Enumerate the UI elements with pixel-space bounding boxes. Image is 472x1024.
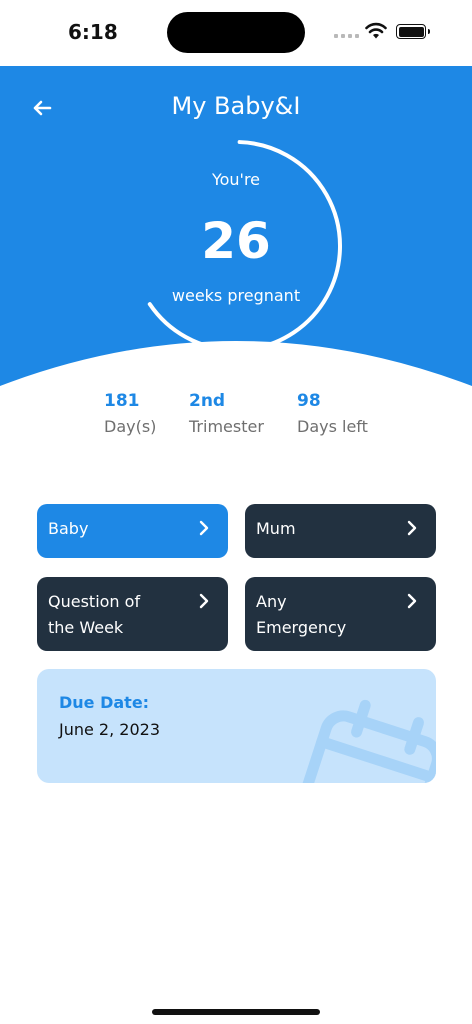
- stat-days-label: Day(s): [104, 417, 157, 436]
- due-date-label: Due Date:: [59, 693, 150, 712]
- chevron-right-icon: [407, 593, 417, 609]
- home-indicator: [152, 1009, 320, 1015]
- status-bar: 6:18: [0, 0, 472, 66]
- stat-trimester: 2nd Trimester: [189, 391, 264, 436]
- stat-days: 181 Day(s): [104, 391, 156, 436]
- cellular-signal-icon: [334, 34, 359, 38]
- baby-tile[interactable]: Baby: [37, 504, 228, 558]
- due-date-value: June 2, 2023: [59, 720, 160, 739]
- wifi-icon: [365, 22, 387, 39]
- chevron-right-icon: [407, 520, 417, 536]
- stat-days-left-label: Days left: [297, 417, 368, 436]
- stat-days-left: 98 Days left: [297, 391, 368, 436]
- battery-icon: [396, 24, 430, 39]
- mum-tile-label: Mum: [256, 519, 296, 538]
- chevron-right-icon: [199, 593, 209, 609]
- weeks-pregnant-label: weeks pregnant: [171, 286, 301, 305]
- mum-tile[interactable]: Mum: [245, 504, 436, 558]
- weeks-count: 26: [201, 212, 271, 270]
- question-of-week-tile[interactable]: Question of the Week: [37, 577, 228, 651]
- baby-tile-label: Baby: [48, 519, 89, 538]
- stat-trimester-label: Trimester: [189, 417, 264, 436]
- due-date-card: Due Date: June 2, 2023: [37, 669, 436, 783]
- status-time: 6:18: [68, 20, 118, 44]
- pregnancy-stats-card: 181 Day(s) 2nd Trimester 98 Days left: [28, 377, 444, 451]
- emergency-tile-label-line2: Emergency: [256, 618, 347, 637]
- question-tile-label-line2: the Week: [48, 618, 124, 637]
- stat-days-value: 181: [104, 391, 140, 411]
- youre-label: You're: [211, 170, 261, 189]
- pregnancy-header: My Baby&I You're 26 weeks pregnant: [0, 66, 472, 411]
- emergency-tile-label-line1: Any: [256, 592, 287, 611]
- page-title: My Baby&I: [171, 92, 301, 120]
- dynamic-island: [167, 12, 305, 53]
- stat-trimester-value: 2nd: [189, 391, 226, 411]
- any-emergency-tile[interactable]: Any Emergency: [245, 577, 436, 651]
- question-tile-label-line1: Question of: [48, 592, 141, 611]
- stat-days-left-value: 98: [297, 391, 321, 411]
- calendar-icon: [300, 699, 436, 783]
- chevron-right-icon: [199, 520, 209, 536]
